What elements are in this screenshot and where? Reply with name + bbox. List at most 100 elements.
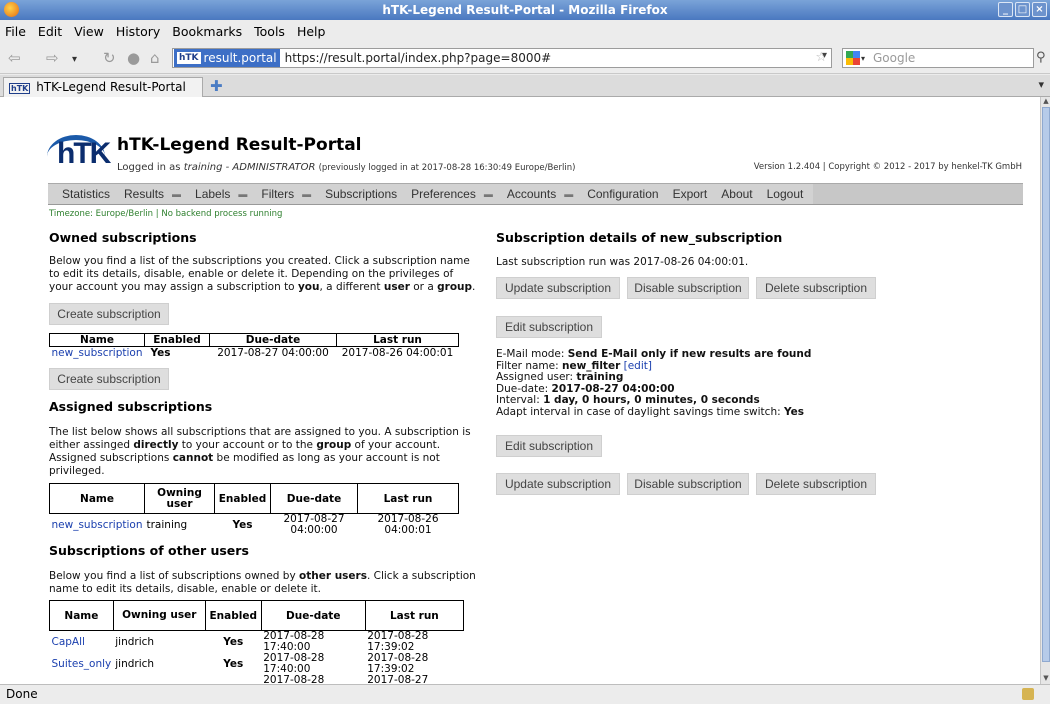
others-line: Below you find a list of subscriptions o… [49,570,479,583]
page-content: hTK hTK-Legend Result-Portal Logged in a… [0,97,1040,684]
disable-subscription-button[interactable]: Disable subscription [627,277,749,299]
filter-edit-link[interactable]: [edit] [624,360,652,372]
forward-icon[interactable]: ⇨ [46,50,59,66]
col-last-run: Last run [357,483,459,514]
nav-about[interactable]: About [707,187,752,201]
nav-filters[interactable]: Filters ▬ [247,187,311,201]
scroll-up-icon[interactable]: ▲ [1041,97,1050,107]
cell-last-run: 2017-08-28 17:39:02 [365,653,463,675]
login-role: - ADMINISTRATOR [222,162,319,173]
login-prefix: Logged in as [117,162,184,173]
reload-icon[interactable]: ↻ [103,50,116,66]
nav-statistics[interactable]: Statistics [48,187,110,201]
nav-accounts[interactable]: Accounts ▬ [493,187,573,201]
nav-subscriptions[interactable]: Subscriptions [311,187,397,201]
text: 04:00:00 [290,524,338,536]
nav-logout[interactable]: Logout [753,187,804,201]
new-tab-icon[interactable]: ✚ [210,77,223,95]
nav-label: Logout [766,187,804,201]
nav-label: About [721,187,753,201]
owned-line: your account you may assign a subscripti… [49,281,479,294]
delete-subscription-button-2[interactable]: Delete subscription [756,473,876,495]
menu-file[interactable]: File [5,24,26,39]
site-name: result.portal [203,51,277,65]
url-dropdown-icon[interactable]: ▾ [822,50,827,61]
url-bar[interactable]: hTK result.portal https://result.portal/… [172,48,832,68]
update-subscription-button[interactable]: Update subscription [496,277,620,299]
lock-icon[interactable] [1022,688,1034,700]
value: 1 day, 0 hours, 0 minutes, 0 seconds [543,394,760,406]
tab-list-icon[interactable]: ▾ [1038,78,1044,91]
vertical-scrollbar[interactable]: ▲ ▼ [1040,97,1050,684]
search-icon[interactable]: ⚲ [1036,50,1046,65]
close-icon[interactable]: × [1032,2,1047,17]
menu-edit[interactable]: Edit [38,24,62,39]
assigned-line: privileged. [49,465,105,477]
menubar: File Edit View History Bookmarks Tools H… [0,20,1050,42]
minimize-icon[interactable]: _ [998,2,1013,17]
create-subscription-button-2[interactable]: Create subscription [49,368,169,390]
portal-nav: Statistics Results ▬ Labels ▬ Filters ▬ Sub… [48,183,1023,205]
col-name: Name [49,483,145,514]
menu-tools[interactable]: Tools [254,24,285,39]
table-header-row: Name Enabled Due-date Last run [49,333,459,347]
login-info: Logged in as training - ADMINISTRATOR (p… [117,162,575,173]
nav-export[interactable]: Export [659,187,708,201]
maximize-icon[interactable]: □ [1015,2,1030,17]
owned-line: Below you find a list of the subscriptio… [49,255,470,267]
edit-subscription-button[interactable]: Edit subscription [496,316,602,338]
disable-subscription-button-2[interactable]: Disable subscription [627,473,749,495]
url-text[interactable]: https://result.portal/index.php?page=800… [280,51,552,65]
scrollbar-thumb[interactable] [1042,107,1050,662]
nav-label: Results [124,187,165,201]
cell-enabled [205,675,261,684]
nav-results[interactable]: Results ▬ [110,187,181,201]
engine-dropdown-icon: ▾ [861,53,866,63]
cell-last-run: 2017-08-26 04:00:01 [358,514,459,537]
subscription-link[interactable]: CapAll [52,636,85,648]
others-heading: Subscriptions of other users [49,543,249,558]
tab-result-portal[interactable]: hTK hTK-Legend Result-Portal [3,77,203,97]
update-subscription-button-2[interactable]: Update subscription [496,473,620,495]
search-bar[interactable]: ▾ Google [842,48,1034,68]
text: other users [299,570,367,582]
menu-history[interactable]: History [116,24,160,39]
text: your account you may assign a subscripti… [49,281,298,293]
assigned-line: Assigned subscriptions cannot be modifie… [49,452,479,465]
assigned-line: either assinged directly to your account… [49,439,479,452]
subscription-link[interactable]: new_subscription [52,519,143,531]
cell-due-date: 2017-08-27 04:00:00 [271,514,358,537]
history-dropdown-icon[interactable]: ▾ [72,52,77,68]
text: . Click a subscription [366,570,476,582]
nav-labels[interactable]: Labels ▬ [181,187,247,201]
col-last-run: Last run [336,333,459,347]
delete-subscription-button[interactable]: Delete subscription [756,277,876,299]
col-due-date: Due-date [209,333,337,347]
back-icon[interactable]: ⇦ [8,50,21,66]
subscription-link[interactable]: Suites_only [52,658,112,670]
label: Interval: [496,394,544,406]
value: new_filter [562,359,621,372]
home-icon[interactable]: ⌂ [150,50,160,66]
site-favicon-icon: hTK [177,52,201,64]
menu-bookmarks[interactable]: Bookmarks [172,24,242,39]
col-name: Name [49,600,114,631]
text: Below you find a list of subscriptions o… [49,570,300,582]
nav-preferences[interactable]: Preferences ▬ [397,187,493,201]
edit-subscription-button-2[interactable]: Edit subscription [496,435,602,457]
stop-icon[interactable]: ● [127,50,140,66]
scroll-down-icon[interactable]: ▼ [1041,674,1050,684]
site-identity[interactable]: hTK result.portal [174,49,280,67]
subscription-link[interactable]: new_subscription [52,347,143,359]
menu-help[interactable]: Help [297,24,326,39]
cell-owner: training [146,518,188,531]
dropdown-icon: ▬ [302,189,312,199]
table-header-row: Name Owning user Enabled Due-date Last r… [49,600,465,631]
menu-view[interactable]: View [74,24,104,39]
firefox-icon[interactable] [4,2,19,17]
cell-due-date: 2017-08-28 17:40:00 [261,653,365,675]
status-bar: Done [0,684,1050,704]
search-engine-selector[interactable]: ▾ [843,49,869,67]
create-subscription-button[interactable]: Create subscription [49,303,169,325]
nav-configuration[interactable]: Configuration [573,187,658,201]
